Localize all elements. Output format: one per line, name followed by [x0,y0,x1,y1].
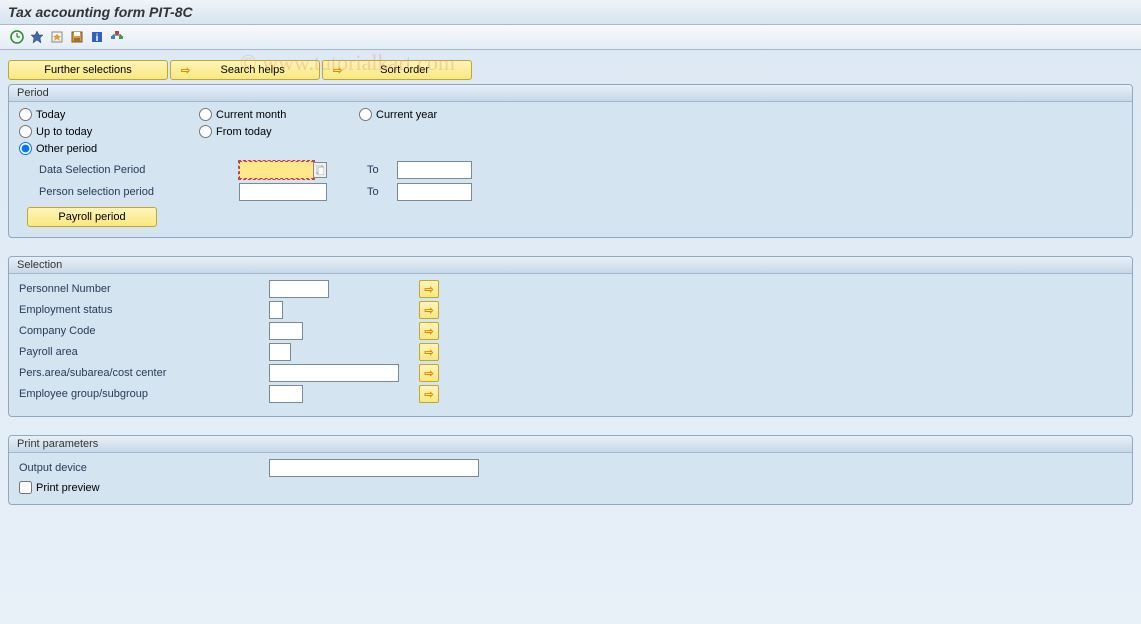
selection-panel: Selection Personnel Number ⇨ Employment … [8,256,1133,417]
person-selection-to-input[interactable] [397,183,472,201]
personnel-number-input[interactable] [269,280,329,298]
f4-help-icon[interactable] [313,162,327,178]
radio-from-today-input[interactable] [199,125,212,138]
person-selection-label: Person selection period [39,186,239,198]
data-selection-label: Data Selection Period [39,164,239,176]
radio-current-month[interactable]: Current month [199,108,359,121]
print-preview-label: Print preview [36,482,100,494]
multi-select-button[interactable]: ⇨ [419,343,439,361]
multi-select-button[interactable]: ⇨ [419,385,439,403]
to-label-1: To [367,164,397,176]
print-preview-checkbox[interactable] [19,481,32,494]
get-variant-icon[interactable] [48,28,66,46]
period-panel-header: Period [9,85,1132,102]
employee-group-row: Employee group/subgroup ⇨ [19,385,1122,403]
person-selection-from-input[interactable] [239,183,327,201]
print-panel: Print parameters Output device Print pre… [8,435,1133,505]
company-code-label: Company Code [19,325,269,337]
sort-order-button[interactable]: ⇨ Sort order [322,60,472,80]
radio-other-period-input[interactable] [19,142,32,155]
search-helps-button[interactable]: ⇨ Search helps [170,60,320,80]
svg-text:i: i [96,33,99,44]
arrow-right-icon: ⇨ [181,64,190,77]
radio-other-period-label: Other period [36,143,97,155]
radio-today-label: Today [36,109,65,121]
payroll-area-input[interactable] [269,343,291,361]
payroll-period-button[interactable]: Payroll period [27,207,157,227]
radio-today-input[interactable] [19,108,32,121]
content-area: Further selections ⇨ Search helps ⇨ Sort… [0,50,1141,533]
radio-current-month-label: Current month [216,109,286,121]
print-panel-header: Print parameters [9,436,1132,453]
radio-other-period[interactable]: Other period [19,142,199,155]
radio-up-to-today-label: Up to today [36,126,92,138]
radio-from-today[interactable]: From today [199,125,359,138]
further-selections-label: Further selections [44,64,131,76]
personnel-number-row: Personnel Number ⇨ [19,280,1122,298]
further-selections-button[interactable]: Further selections [8,60,168,80]
sort-order-label: Sort order [348,64,461,76]
personnel-number-label: Personnel Number [19,283,269,295]
arrow-right-icon: ⇨ [333,64,342,77]
radio-current-year-label: Current year [376,109,437,121]
radio-from-today-label: From today [216,126,272,138]
employee-group-input[interactable] [269,385,303,403]
employee-group-label: Employee group/subgroup [19,388,269,400]
employment-status-row: Employment status ⇨ [19,301,1122,319]
output-device-input[interactable] [269,459,479,477]
pers-area-input[interactable] [269,364,399,382]
multi-select-button[interactable]: ⇨ [419,364,439,382]
execute-icon[interactable] [8,28,26,46]
multi-select-button[interactable]: ⇨ [419,280,439,298]
radio-up-to-today-input[interactable] [19,125,32,138]
company-code-input[interactable] [269,322,303,340]
variant-icon[interactable] [28,28,46,46]
info-icon[interactable]: i [88,28,106,46]
data-selection-row: Data Selection Period To [19,161,1122,179]
save-icon[interactable] [68,28,86,46]
person-selection-row: Person selection period To [19,183,1122,201]
toolbar: i [0,25,1141,50]
multi-select-button[interactable]: ⇨ [419,322,439,340]
company-code-row: Company Code ⇨ [19,322,1122,340]
pers-area-label: Pers.area/subarea/cost center [19,367,269,379]
payroll-period-label: Payroll period [58,211,125,223]
action-button-row: Further selections ⇨ Search helps ⇨ Sort… [8,60,1133,80]
employment-status-label: Employment status [19,304,269,316]
multi-select-button[interactable]: ⇨ [419,301,439,319]
radio-current-year[interactable]: Current year [359,108,519,121]
page-title: Tax accounting form PIT-8C [8,4,193,20]
pers-area-row: Pers.area/subarea/cost center ⇨ [19,364,1122,382]
employment-status-input[interactable] [269,301,283,319]
data-selection-to-input[interactable] [397,161,472,179]
payroll-area-row: Payroll area ⇨ [19,343,1122,361]
selection-panel-header: Selection [9,257,1132,274]
data-selection-from-input[interactable] [239,161,314,179]
search-helps-label: Search helps [196,64,309,76]
output-device-label: Output device [19,462,269,474]
title-bar: Tax accounting form PIT-8C [0,0,1141,25]
radio-today[interactable]: Today [19,108,199,121]
print-preview-row[interactable]: Print preview [19,481,1122,494]
period-panel: Period Today Current month Current year … [8,84,1133,238]
radio-up-to-today[interactable]: Up to today [19,125,199,138]
radio-current-year-input[interactable] [359,108,372,121]
org-structure-icon[interactable] [108,28,126,46]
output-device-row: Output device [19,459,1122,477]
radio-current-month-input[interactable] [199,108,212,121]
payroll-area-label: Payroll area [19,346,269,358]
to-label-2: To [367,186,397,198]
